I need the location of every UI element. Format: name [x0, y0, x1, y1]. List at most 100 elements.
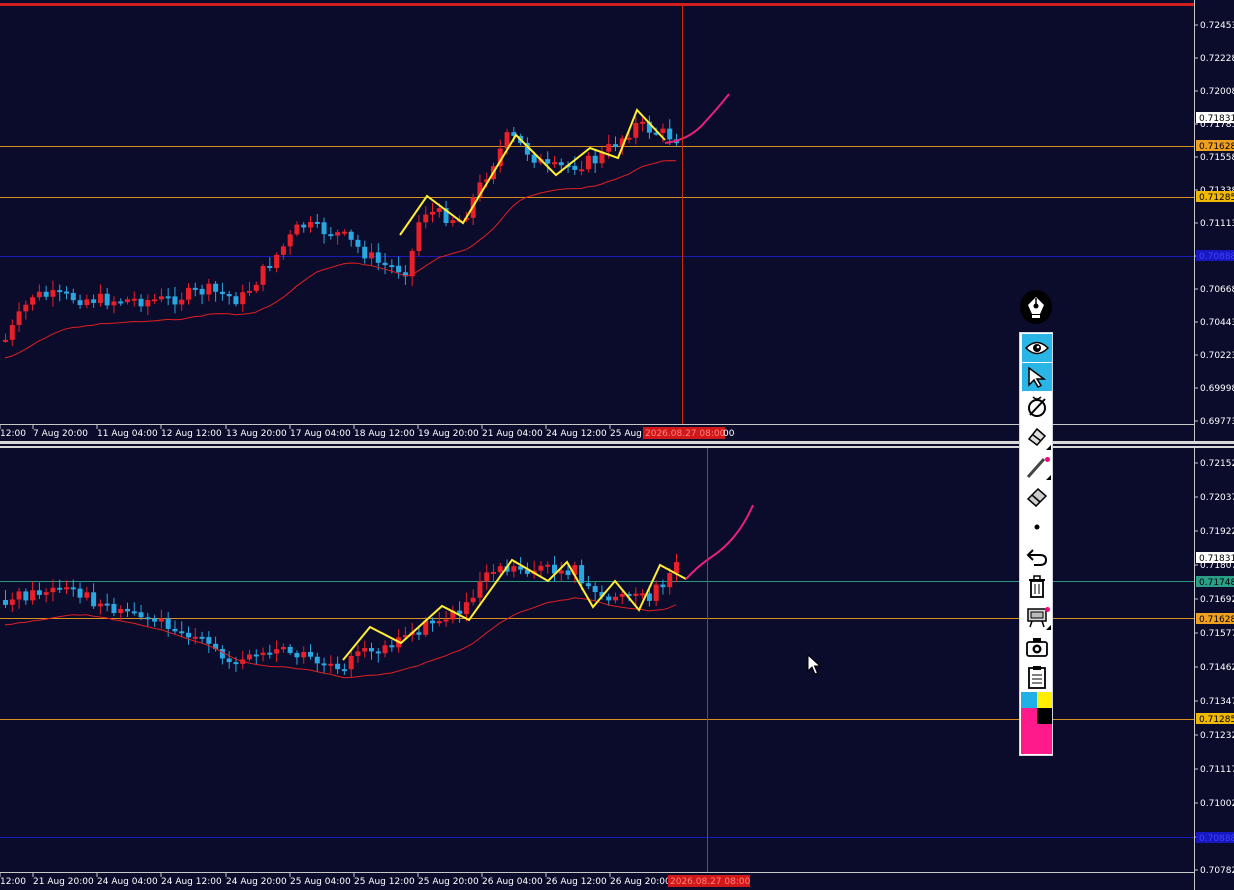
- screen-board-icon[interactable]: [1022, 603, 1052, 631]
- candle-body: [179, 299, 185, 305]
- candle-body: [416, 222, 422, 251]
- candle-body: [328, 663, 334, 666]
- current-color-swatch[interactable]: [1021, 724, 1052, 754]
- candle-body: [97, 293, 103, 303]
- candle-body: [50, 290, 56, 297]
- price-axis-label: 0.72037: [1200, 493, 1234, 503]
- clear-drawings-icon[interactable]: [1022, 393, 1052, 421]
- candle-body: [152, 299, 158, 302]
- candle-body: [389, 265, 395, 268]
- cursor-arrow-icon[interactable]: [1022, 363, 1052, 391]
- color-swatch-cyan[interactable]: [1021, 692, 1037, 708]
- time-axis-label: 18 Aug 12:00: [354, 429, 415, 439]
- candle-body: [341, 231, 347, 234]
- candle-body: [247, 290, 252, 293]
- candle-body: [314, 221, 320, 224]
- price-axis-label: 0.71117: [1200, 765, 1234, 775]
- candle-body: [592, 586, 598, 593]
- time-axis-label: 26 Aug 12:00: [546, 877, 607, 887]
- time-axis-label: 11 Aug 04:00: [97, 429, 158, 439]
- candle-body: [206, 283, 212, 295]
- price-axis-label: 0.70668: [1200, 285, 1234, 295]
- candle-body: [443, 619, 449, 622]
- candle-body: [660, 128, 666, 133]
- candle-body: [280, 246, 286, 255]
- candle-body: [362, 648, 368, 652]
- candle-body: [267, 652, 273, 655]
- trash-icon[interactable]: [1022, 573, 1052, 601]
- candle-body: [226, 658, 232, 663]
- time-axis-label: 21 Aug 04:00: [482, 429, 543, 439]
- candle-body: [409, 250, 415, 277]
- candle-body: [436, 621, 442, 624]
- highlighter-icon[interactable]: [1022, 423, 1052, 451]
- candle-body: [308, 221, 313, 228]
- candle-body: [50, 587, 56, 593]
- candle-body: [233, 296, 239, 305]
- color-swatch-pink[interactable]: [1021, 708, 1037, 724]
- candle-body: [206, 637, 212, 644]
- time-axis-label: 17 Aug 04:00: [290, 429, 351, 439]
- price-axis-label: 0.71002: [1200, 799, 1234, 809]
- candle-body: [158, 618, 164, 622]
- pen-nib-icon[interactable]: [1020, 290, 1052, 324]
- candle-body: [274, 649, 280, 654]
- candle-body: [545, 564, 551, 567]
- camera-icon[interactable]: [1022, 633, 1052, 661]
- candle-body: [321, 663, 327, 666]
- color-swatch-black[interactable]: [1037, 708, 1052, 724]
- candle-body: [36, 291, 42, 298]
- candle-body: [335, 663, 341, 670]
- candle-body: [585, 155, 591, 170]
- line-icon[interactable]: [1022, 453, 1052, 481]
- candle-body: [104, 603, 110, 606]
- candle-body: [674, 562, 679, 574]
- top-alert-strip: [0, 3, 1194, 6]
- candle-body: [226, 294, 232, 297]
- eye-icon[interactable]: [1022, 334, 1052, 362]
- candle-body: [558, 570, 564, 574]
- price-axis-label: 0.71577: [1200, 629, 1234, 639]
- candle-body: [436, 208, 442, 212]
- time-axis-label: 26 Aug 04:00: [482, 877, 543, 887]
- candle-body: [57, 290, 63, 293]
- candle-body: [585, 583, 591, 587]
- candle-body: [253, 654, 259, 657]
- candle-body: [16, 311, 22, 326]
- candle-body: [572, 165, 578, 170]
- candle-body: [240, 292, 246, 305]
- time-axis-label: 26 Aug 20:00: [610, 877, 671, 887]
- price-marker-label: 0.71628: [1199, 142, 1234, 152]
- candle-body: [253, 284, 259, 291]
- candle-body: [545, 159, 551, 164]
- candle-body: [491, 571, 496, 574]
- crosshair-time-label: 2026.08.27 08:00: [670, 877, 751, 887]
- color-swatch-yellow[interactable]: [1037, 692, 1052, 708]
- time-axis-label: 12:00: [0, 429, 26, 439]
- candle-body: [77, 300, 83, 306]
- brush-dot-icon[interactable]: [1022, 513, 1052, 541]
- eraser-icon[interactable]: [1022, 483, 1052, 511]
- time-axis-label: 12:00: [0, 877, 26, 887]
- candle-body: [84, 299, 90, 306]
- candle-body: [606, 144, 612, 152]
- candle-body: [558, 162, 564, 166]
- time-axis-label: 00: [723, 429, 735, 439]
- time-axis-label: 25 Aug 20:00: [418, 877, 479, 887]
- candle-body: [660, 584, 666, 588]
- clipboard-icon[interactable]: [1022, 663, 1052, 691]
- candle-body: [396, 265, 402, 273]
- candle-body: [389, 645, 395, 648]
- undo-icon[interactable]: [1022, 543, 1052, 571]
- candle-body: [118, 301, 124, 304]
- candle-body: [538, 565, 544, 571]
- candle-body: [626, 137, 632, 140]
- candle-body: [423, 214, 429, 223]
- candle-body: [260, 652, 266, 655]
- candle-body: [125, 299, 130, 303]
- candle-body: [43, 592, 49, 595]
- candle-body: [497, 566, 503, 572]
- candle-body: [375, 651, 381, 654]
- price-axis-label: 0.71462: [1200, 663, 1234, 673]
- candle-body: [145, 617, 151, 620]
